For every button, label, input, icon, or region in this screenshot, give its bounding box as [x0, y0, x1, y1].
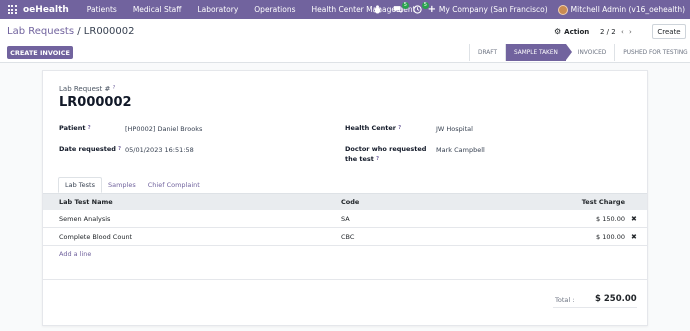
col-test-charge[interactable]: Test Charge — [431, 198, 631, 206]
ref-label: Lab Request # ? — [59, 85, 115, 93]
delete-row-icon[interactable]: ✖ — [631, 233, 647, 241]
date-requested-field[interactable]: 05/01/2023 16:51:58 — [125, 146, 194, 154]
stage-draft[interactable]: DRAFT — [470, 44, 506, 61]
stage-invoiced[interactable]: INVOICED — [565, 44, 616, 61]
date-requested-label: Date requested ? — [59, 144, 121, 154]
tab-samples[interactable]: Samples — [102, 177, 142, 193]
total-value: $ 250.00 — [595, 294, 637, 304]
control-panel: Lab Requests / LR000002 ⚙ Action 2 / 2 ‹… — [0, 19, 690, 63]
chat-icon[interactable]: 5 — [391, 0, 409, 19]
help-tooltip[interactable]: ? — [118, 146, 121, 152]
menu-item-patients[interactable]: Patients — [79, 5, 125, 14]
cell-code: SA — [341, 214, 350, 223]
tab-lab-tests[interactable]: Lab Tests — [58, 177, 102, 193]
lab-tests-table: Lab Test Name Code Test Charge Semen Ana… — [43, 193, 647, 262]
table-header: Lab Test Name Code Test Charge — [43, 193, 647, 210]
navbar-systray: 5 5 My Company (San Francisco) Mitchell … — [365, 0, 690, 19]
health-center-field[interactable]: JW Hospital — [436, 125, 473, 133]
ref-label-text: Lab Request # — [59, 85, 111, 93]
menu-item-operations[interactable]: Operations — [246, 5, 303, 14]
action-label: Action — [564, 27, 590, 36]
table-row[interactable]: Complete Blood Count CBC $ 100.00 ✖ — [43, 228, 647, 246]
tab-chief-complaint[interactable]: Chief Complaint — [142, 177, 206, 193]
gear-icon: ⚙ — [554, 27, 562, 36]
top-navbar: oeHealth Patients Medical Staff Laborato… — [0, 0, 690, 19]
company-switcher[interactable]: My Company (San Francisco) — [439, 5, 548, 14]
bug-icon[interactable] — [371, 0, 385, 19]
doctor-label-line2: the test — [345, 155, 374, 163]
ref-value: LR000002 — [59, 95, 132, 110]
chevron-right-icon[interactable]: › — [629, 28, 632, 36]
center-label-text: Health Center — [345, 124, 396, 132]
col-code[interactable]: Code — [325, 198, 431, 206]
patient-field[interactable]: [HP0002] Daniel Brooks — [125, 125, 202, 133]
help-tooltip[interactable]: ? — [113, 85, 116, 91]
status-bar: DRAFT SAMPLE TAKEN INVOICED PUSHED FOR T… — [469, 44, 690, 61]
doctor-label-line1: Doctor who requested — [345, 145, 427, 153]
doctor-label: Doctor who requested the test ? — [345, 144, 426, 164]
notebook-tabs: Lab Tests Samples Chief Complaint — [58, 177, 206, 193]
activity-badge: 5 — [421, 2, 429, 9]
table-row[interactable]: Semen Analysis SA $ 150.00 ✖ — [43, 210, 647, 228]
date-label-text: Date requested — [59, 145, 116, 153]
breadcrumb-lab-requests[interactable]: Lab Requests — [7, 26, 74, 37]
cell-charge: $ 150.00 — [596, 214, 625, 223]
cell-code: CBC — [341, 232, 355, 241]
help-tooltip[interactable]: ? — [88, 125, 91, 131]
create-button[interactable]: Create — [652, 24, 686, 39]
health-center-label: Health Center ? — [345, 123, 401, 133]
breadcrumb-separator: / — [74, 26, 84, 37]
cell-charge: $ 100.00 — [596, 232, 625, 241]
breadcrumb-current: LR000002 — [83, 26, 135, 37]
pager: 2 / 2 ‹ › — [600, 28, 632, 36]
divider — [43, 279, 647, 280]
create-invoice-button[interactable]: CREATE INVOICE — [7, 46, 73, 59]
pager-value[interactable]: 2 / 2 — [600, 28, 616, 36]
patient-label-text: Patient — [59, 124, 86, 132]
cell-test-name: Semen Analysis — [59, 214, 111, 223]
app-brand[interactable]: oeHealth — [23, 5, 69, 15]
user-menu[interactable]: Mitchell Admin (v16_oehealth) — [557, 4, 685, 15]
breadcrumb: Lab Requests / LR000002 — [7, 26, 135, 37]
help-tooltip[interactable]: ? — [398, 125, 401, 131]
help-tooltip[interactable]: ? — [376, 156, 379, 162]
doctor-field[interactable]: Mark Campbell — [436, 146, 485, 154]
user-name: Mitchell Admin (v16_oehealth) — [570, 5, 685, 14]
form-sheet: Lab Request # ? LR000002 Patient ? [HP00… — [42, 70, 648, 326]
chat-badge: 5 — [401, 2, 409, 9]
col-lab-test-name[interactable]: Lab Test Name — [43, 198, 325, 206]
cell-test-name: Complete Blood Count — [59, 232, 133, 241]
patient-label: Patient ? — [59, 123, 91, 133]
apps-menu-icon[interactable] — [7, 5, 17, 15]
menu-item-medical-staff[interactable]: Medical Staff — [125, 5, 190, 14]
stage-sample-taken[interactable]: SAMPLE TAKEN — [506, 44, 572, 61]
avatar — [557, 4, 568, 15]
action-button[interactable]: ⚙ Action — [554, 27, 589, 36]
delete-row-icon[interactable]: ✖ — [631, 215, 647, 223]
divider — [553, 307, 637, 308]
stage-pushed-for-testing[interactable]: PUSHED FOR TESTING — [615, 44, 690, 61]
total-label: Total : — [555, 296, 575, 304]
chevron-left-icon[interactable]: ‹ — [621, 28, 624, 36]
menu-item-laboratory[interactable]: Laboratory — [189, 5, 246, 14]
activity-clock-icon[interactable]: 5 — [411, 0, 429, 19]
add-line-link[interactable]: Add a line — [43, 246, 647, 262]
